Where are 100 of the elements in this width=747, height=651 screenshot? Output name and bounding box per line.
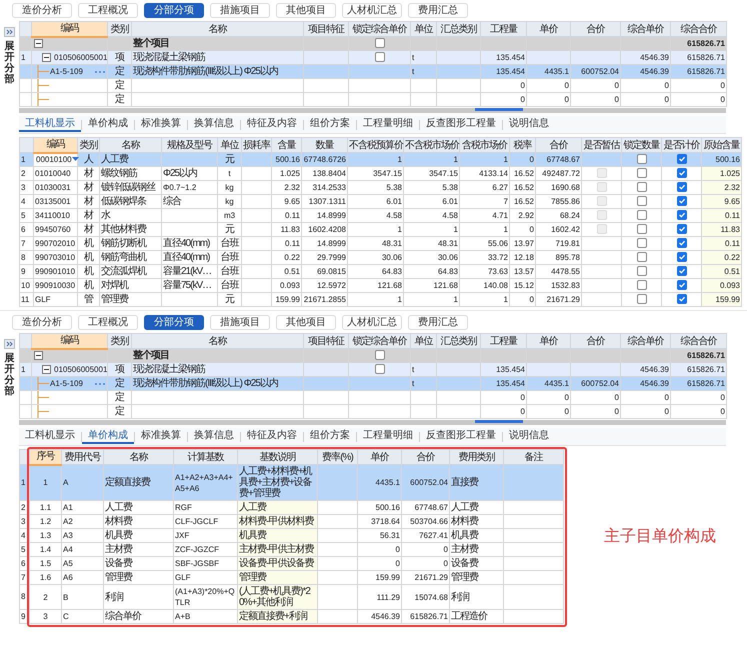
table-row[interactable]: 3 01030031 材 镀锌低碳钢丝 Φ0.7~1.2 kg 2.32 314.2533 5.38 5.38 6.27 16.52 1690.68 2.32 — [20, 180, 742, 194]
checkbox[interactable] — [676, 294, 686, 304]
checkbox[interactable] — [636, 210, 646, 220]
detail-tab[interactable]: 标准换算 — [135, 430, 187, 444]
table-row[interactable]: 2 1.1 A1 人工费 RGF 人工费 500.16 67748.67 人工费 — [20, 500, 564, 514]
table-row[interactable]: 定 0 0 0 0 0 — [20, 404, 726, 418]
collapse-icon[interactable] — [34, 39, 43, 48]
table-row[interactable]: 整个项目 615826.71 — [20, 348, 726, 362]
checkbox[interactable] — [676, 168, 686, 178]
table-row[interactable]: 11 GLF 管 管理费 元 159.99 21671.2855 1 1 1 0 21671.29 159.99 — [20, 292, 742, 306]
column-header[interactable]: 名称 — [132, 334, 304, 348]
column-header[interactable]: 编码 — [34, 138, 78, 152]
toolbar-tab[interactable]: 其他项目 — [276, 315, 336, 330]
checkbox[interactable] — [636, 238, 646, 248]
table-row[interactable]: 4 03135001 材 低碳钢焊条 综合 kg 9.65 1307.1311 6.01 6.01 7 16.52 7855.86 9.65 — [20, 194, 742, 208]
checkbox[interactable] — [636, 168, 646, 178]
detail-tab[interactable]: 单价构成 — [82, 118, 134, 132]
checkbox[interactable] — [676, 196, 686, 206]
scrollbar-thumb[interactable] — [475, 420, 523, 423]
toolbar-tab[interactable]: 措施项目 — [210, 3, 270, 18]
toolbar-tab[interactable]: 造价分析 — [12, 315, 72, 330]
checkbox[interactable] — [676, 182, 686, 192]
table-row[interactable]: 1 00010100 人 人工费 元 500.16 67748.6726 1 1 1 0 67748.67 500.16 — [20, 152, 742, 166]
table-row[interactable]: 5 1.4 A4 主材费 ZCF-JGZCF 主材费-甲供主材费 0 0 主材费 — [20, 542, 564, 556]
toolbar-tab[interactable]: 费用汇总 — [408, 3, 468, 18]
toolbar-tab[interactable]: 工程概况 — [78, 3, 138, 18]
table-row[interactable]: 定 0 0 0 0 0 — [20, 92, 726, 106]
detail-tab[interactable]: 工程量明细 — [357, 430, 419, 444]
table-row[interactable]: 5 34110010 材 水 m3 0.11 14.8999 4.58 4.58 4.71 2.92 68.24 0.11 — [20, 208, 742, 222]
table-row[interactable]: 7 1.6 A6 管理费 GLF 管理费 159.99 21671.29 管理费 — [20, 570, 564, 584]
scrollbar-track[interactable] — [19, 108, 726, 113]
checkbox[interactable] — [374, 52, 384, 62]
table-row[interactable]: 定 0 0 0 0 0 — [20, 390, 726, 404]
column-header[interactable]: 名称 — [100, 138, 162, 152]
checkbox[interactable] — [676, 280, 686, 290]
table-row[interactable]: 1 010506005001 项 现浇混凝土梁钢筋 t 135.454 4546.39 615826.71 — [20, 362, 726, 376]
checkbox[interactable] — [636, 196, 646, 206]
collapse-icon[interactable] — [42, 365, 51, 374]
table-row[interactable]: A1-5-109 定 现浇构件带肋钢筋(III级以上) Φ25以内 t 135.454 4435.1 600752.04 4546.39 615826.71 — [20, 64, 726, 78]
checkbox[interactable] — [676, 224, 686, 234]
toolbar-tab[interactable]: 分部分项 — [144, 3, 204, 18]
detail-tab[interactable]: 换算信息 — [188, 118, 240, 132]
table-row[interactable]: 定 0 0 0 0 0 — [20, 78, 726, 92]
detail-tab[interactable]: 特征及内容 — [241, 118, 303, 132]
detail-tab[interactable]: 说明信息 — [503, 118, 555, 132]
column-header[interactable]: 序号 — [30, 450, 62, 464]
table-row[interactable]: 4 1.3 A3 机具费 JXF 机具费 56.31 7627.41 机具费 — [20, 528, 564, 542]
checkbox[interactable] — [374, 364, 384, 374]
checkbox[interactable] — [636, 224, 646, 234]
toolbar-tab[interactable]: 其他项目 — [276, 3, 336, 18]
toolbar-tab[interactable]: 措施项目 — [210, 315, 270, 330]
table-row[interactable]: 3 1.2 A2 材料费 CLF-JGCLF 材料费-甲供材料费 3718.64 503704.66 材料费 — [20, 514, 564, 528]
checkbox[interactable] — [676, 266, 686, 276]
table-row[interactable]: 1 010506005001 项 现浇混凝土梁钢筋 t 135.454 4546.39 615826.71 — [20, 50, 726, 64]
column-header[interactable]: 名称 — [132, 22, 304, 36]
checkbox[interactable] — [636, 182, 646, 192]
collapse-icon[interactable] — [42, 53, 51, 62]
checkbox[interactable] — [636, 294, 646, 304]
table-row[interactable]: 10 990910030 机 对焊机 容量75(kV… 台班 0.093 12.5972 121.68 121.68 140.08 15.12 1532.83 0.093 — [20, 278, 742, 292]
detail-tab[interactable]: 反查图形工程量 — [420, 430, 502, 444]
caret-icon[interactable] — [72, 157, 79, 162]
side-label[interactable]: 展开分部 — [4, 41, 14, 85]
checkbox[interactable] — [636, 154, 646, 164]
column-header[interactable]: 锁定综合单价 — [348, 334, 410, 348]
table-row[interactable]: A1-5-109 定 现浇构件带肋钢筋(III级以上) Φ25以内 t 135.454 4435.1 600752.04 4546.39 615826.71 — [20, 376, 726, 390]
detail-tab[interactable]: 组价方案 — [304, 430, 356, 444]
table-row[interactable]: 2 01010040 材 螺纹钢筋 Φ25以内 t 1.025 138.8404 3547.15 3547.15 4133.14 16.52 492487.72 1.025 — [20, 166, 742, 180]
column-header[interactable]: 基数说明 — [238, 450, 318, 464]
table-row[interactable]: 9 990901010 机 交流弧焊机 容量21(kV… 台班 0.51 69.0815 64.83 64.83 73.63 13.57 4478.55 0.51 — [20, 264, 742, 278]
column-header[interactable]: 编码 — [32, 334, 108, 348]
detail-tab[interactable]: 标准换算 — [135, 118, 187, 132]
detail-tab[interactable]: 组价方案 — [304, 118, 356, 132]
column-header[interactable]: 名称 — [104, 450, 174, 464]
table-row[interactable]: 整个项目 615826.71 — [20, 36, 726, 50]
checkbox[interactable] — [676, 252, 686, 262]
table-row[interactable]: 7 990702010 机 钢筋切断机 直径40(mm) 台班 0.11 14.8999 48.31 48.31 55.06 13.97 719.81 0.11 — [20, 236, 742, 250]
toolbar-tab[interactable]: 分部分项 — [144, 315, 204, 330]
detail-tab[interactable]: 特征及内容 — [241, 430, 303, 444]
expand-panel-icon[interactable] — [4, 339, 15, 349]
table-row[interactable]: 8 2 B 利润 (A1+A3)*20%+QTLR (人工费+机具费)*20%+其他利润 111.29 15074.68 利润 — [20, 584, 564, 610]
scrollbar-track[interactable] — [19, 420, 726, 425]
detail-tab[interactable]: 反查图形工程量 — [420, 118, 502, 132]
checkbox[interactable] — [676, 154, 686, 164]
table-row[interactable]: 6 1.5 A5 设备费 SBF-JGSBF 设备费-甲供设备费 0 0 设备费 — [20, 556, 564, 570]
checkbox[interactable] — [636, 252, 646, 262]
checkbox[interactable] — [676, 238, 686, 248]
checkbox[interactable] — [636, 280, 646, 290]
table-row[interactable]: 6 99450760 材 其他材料费 元 11.83 1602.4208 1 1 1 0 1602.42 11.83 — [20, 222, 742, 236]
toolbar-tab[interactable]: 人材机汇总 — [342, 3, 402, 18]
more-icon[interactable] — [95, 70, 105, 74]
column-header[interactable]: 计算基数 — [174, 450, 238, 464]
expand-panel-icon[interactable] — [4, 27, 15, 37]
detail-tab[interactable]: 工料机显示 — [19, 430, 81, 444]
collapse-icon[interactable] — [34, 351, 43, 360]
toolbar-tab[interactable]: 造价分析 — [12, 3, 72, 18]
detail-tab[interactable]: 换算信息 — [188, 430, 240, 444]
toolbar-tab[interactable]: 费用汇总 — [408, 315, 468, 330]
detail-tab[interactable]: 单价构成 — [82, 430, 134, 444]
table-row[interactable]: 9 3 C 综合单价 A+B 定额直接费+利润 4546.39 615826.71 工程造价 — [20, 610, 564, 624]
scrollbar-thumb[interactable] — [475, 108, 523, 111]
